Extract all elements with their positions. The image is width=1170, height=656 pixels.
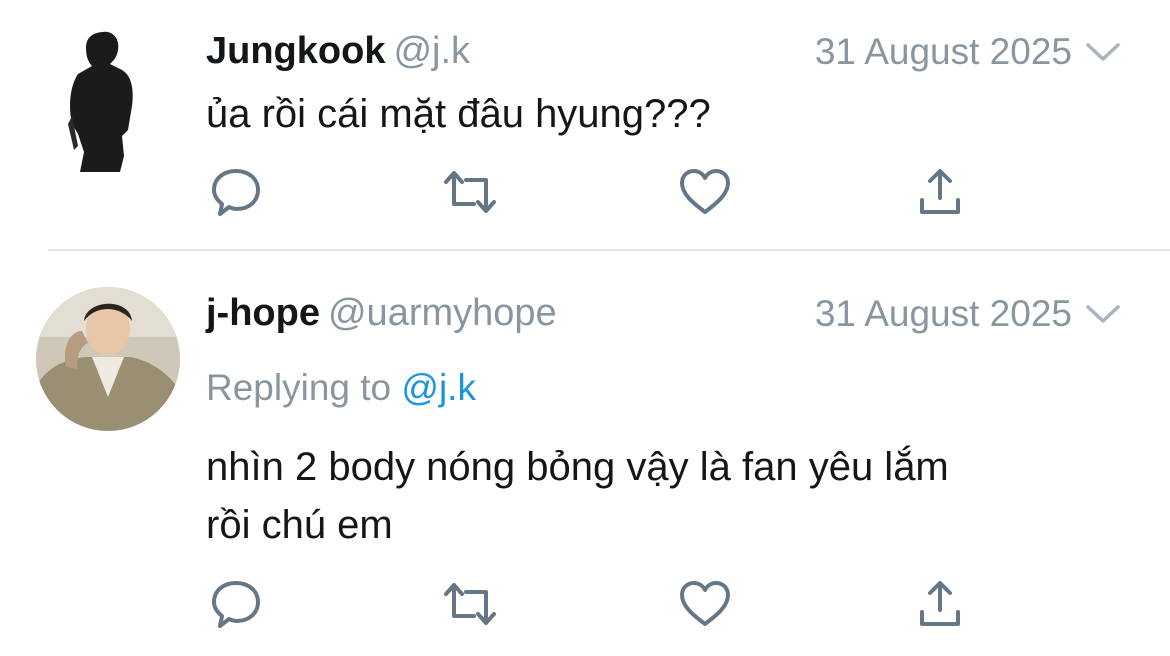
avatar[interactable]	[36, 287, 180, 431]
tweet-jhope[interactable]: j-hope @uarmyhope 31 August 2025 Replying…	[0, 251, 1170, 656]
share-button[interactable]	[910, 574, 970, 634]
like-button[interactable]	[675, 162, 735, 222]
replying-to: Replying to @j.k	[206, 367, 476, 409]
retweet-icon	[444, 583, 496, 625]
chevron-down-icon[interactable]	[1084, 302, 1122, 326]
retweet-button[interactable]	[440, 574, 500, 634]
chevron-down-icon[interactable]	[1084, 40, 1122, 64]
tweet-text-line-2: rồi chú em	[206, 503, 393, 547]
author-line: j-hope @uarmyhope	[206, 292, 557, 335]
tweet-text-line-1: nhìn 2 body nóng bỏng vậy là fan yêu lắm	[206, 445, 949, 489]
avatar-photo	[36, 287, 180, 431]
user-handle[interactable]: @uarmyhope	[328, 292, 557, 334]
display-name[interactable]: j-hope	[206, 292, 320, 334]
reply-icon	[212, 169, 260, 216]
like-button[interactable]	[675, 574, 735, 634]
replying-to-label: Replying to	[206, 367, 402, 408]
share-icon	[920, 169, 960, 214]
user-handle[interactable]: @j.k	[393, 30, 470, 72]
tweet-date: 31 August 2025	[814, 293, 1072, 334]
like-icon	[680, 581, 730, 626]
like-icon	[680, 169, 730, 214]
display-name[interactable]: Jungkook	[206, 30, 385, 72]
replying-to-mention[interactable]: @j.k	[401, 367, 476, 408]
avatar[interactable]	[62, 26, 142, 172]
tweet-date: 31 August 2025	[814, 31, 1072, 72]
reply-button[interactable]	[206, 162, 266, 222]
tweet-text: ủa rồi cái mặt đâu hyung???	[206, 92, 711, 136]
retweet-icon	[444, 171, 496, 213]
tweet-jungkook[interactable]: Jungkook @j.k 31 August 2025 ủa rồi cái m…	[0, 0, 1170, 250]
share-icon	[920, 581, 960, 626]
reply-button[interactable]	[206, 574, 266, 634]
avatar-silhouette	[62, 26, 142, 172]
retweet-button[interactable]	[440, 162, 500, 222]
author-line: Jungkook @j.k	[206, 30, 470, 73]
reply-icon	[212, 581, 260, 628]
share-button[interactable]	[910, 162, 970, 222]
